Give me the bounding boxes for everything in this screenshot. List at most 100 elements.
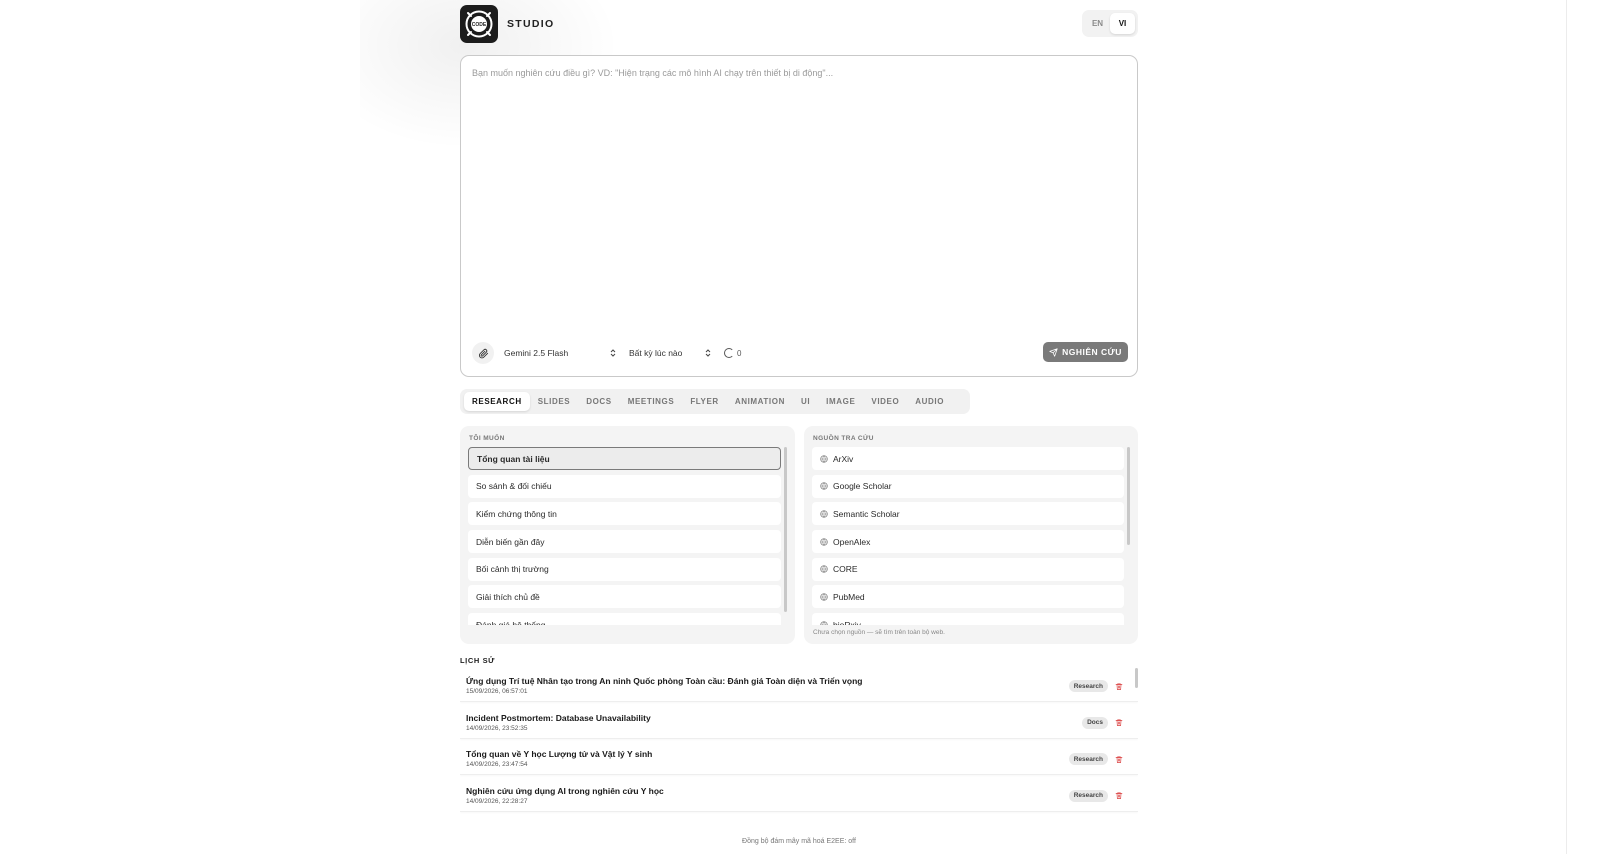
source-item-arxiv[interactable]: ArXiv [812,447,1124,470]
goal-item[interactable]: Bối cảnh thị trường [468,557,781,581]
sources-list: ArXiv Google Scholar Semantic Scholar Op… [812,447,1130,625]
time-range-select[interactable]: Bất kỳ lúc nào [629,342,711,364]
language-switcher: EN VI [1082,10,1138,37]
mode-tabs: RESEARCH SLIDES DOCS MEETINGS FLYER ANIM… [460,389,970,414]
send-icon [1049,347,1058,357]
prompt-toolbar: Gemini 2.5 Flash Bất kỳ lúc nào 0 NGHIÊN… [472,342,1128,364]
tab-image[interactable]: IMAGE [818,392,863,411]
history-scrollbar[interactable] [1135,668,1138,688]
sources-hint: Chưa chọn nguồn — sẽ tìm trên toàn bộ we… [813,629,945,636]
header: CODE STUDIO EN VI [460,5,1138,43]
tab-meetings[interactable]: MEETINGS [620,392,683,411]
status-indicator: 0 [724,348,741,358]
main-container: CODE STUDIO EN VI Gemini 2.5 Flash [460,0,1138,854]
tab-slides[interactable]: SLIDES [530,392,579,411]
attach-button[interactable] [472,342,494,364]
loading-spinner-icon [724,348,734,358]
history-type-badge: Research [1068,753,1108,765]
goal-item[interactable]: Đánh giá hệ thống [468,613,781,625]
source-label: PubMed [833,591,865,602]
svg-text:CODE: CODE [472,22,487,28]
source-item-core[interactable]: CORE [812,557,1124,581]
logo-icon: CODE [465,10,493,38]
sync-status-footer: Đồng bộ đám mây mã hoá E2EE: off [742,838,856,845]
globe-icon [820,454,828,463]
history-title: LỊCH SỬ [460,656,496,665]
history-item[interactable]: Incident Postmortem: Database Unavailabi… [460,704,1138,739]
history-item[interactable]: Tổng quan về Y học Lượng tử và Vật lý Y … [460,741,1138,775]
goal-item[interactable]: Giải thích chủ đề [468,585,781,609]
history-item-title: Incident Postmortem: Database Unavailabi… [466,712,651,723]
source-item-openalex[interactable]: OpenAlex [812,530,1124,554]
lang-en-button[interactable]: EN [1085,13,1110,34]
history-item-title: Tổng quan về Y học Lượng tử và Vật lý Y … [466,749,653,759]
history-item[interactable]: Ứng dụng Trí tuệ Nhân tạo trong An ninh … [460,668,1138,702]
sources-label: NGUỒN TRA CỨU [813,435,874,442]
source-label: Google Scholar [833,481,892,492]
source-label: CORE [833,564,858,575]
history-item[interactable]: Nghiên cứu ứng dụng AI trong nghiên cứu … [460,777,1138,812]
goals-panel: TÔI MUỐN Tổng quan tài liệu So sánh & đố… [460,426,795,644]
trash-icon [1115,756,1123,763]
lang-vi-button[interactable]: VI [1110,13,1135,34]
time-range-value: Bất kỳ lúc nào [629,348,683,358]
goal-item[interactable]: Kiểm chứng thông tin [468,502,781,526]
history-item-date: 15/09/2026, 06:57:01 [466,688,528,695]
trash-icon [1115,792,1123,799]
paperclip-icon [478,348,488,358]
source-label: OpenAlex [833,536,871,547]
select-updown-icon [610,349,616,357]
tab-ui[interactable]: UI [793,392,818,411]
sources-scrollbar[interactable] [1127,447,1130,545]
delete-button[interactable] [1112,789,1126,803]
research-submit-button[interactable]: NGHIÊN CỨU [1043,342,1128,362]
goal-item[interactable]: So sánh & đối chiếu [468,474,781,498]
status-count: 0 [737,348,742,358]
globe-icon [820,482,828,490]
trash-icon [1115,719,1123,726]
page-edge-divider [1566,0,1567,854]
goal-item[interactable]: Tổng quan tài liệu [468,447,781,470]
delete-button[interactable] [1112,752,1126,766]
globe-icon [820,565,828,573]
source-item-pubmed[interactable]: PubMed [812,585,1124,609]
history-type-badge: Docs [1082,716,1108,729]
prompt-box: Gemini 2.5 Flash Bất kỳ lúc nào 0 NGHI [460,55,1138,377]
tab-research[interactable]: RESEARCH [464,392,530,411]
goals-list: Tổng quan tài liệu So sánh & đối chiếu K… [468,447,787,625]
history-item-date: 14/09/2026, 22:28:27 [466,797,528,805]
source-item-google-scholar[interactable]: Google Scholar [812,474,1124,498]
tab-video[interactable]: VIDEO [863,392,907,411]
source-label: ArXiv [833,453,854,464]
history-type-badge: Research [1068,789,1108,802]
history-item-date: 14/09/2026, 23:52:35 [466,724,528,732]
globe-icon [820,537,828,546]
history-type-badge: Research [1068,680,1108,692]
submit-label: NGHIÊN CỨU [1062,347,1122,357]
research-query-input[interactable] [472,68,1122,328]
history-item-title: Nghiên cứu ứng dụng AI trong nghiên cứu … [466,785,664,796]
tab-flyer[interactable]: FLYER [682,392,727,411]
goal-item[interactable]: Diễn biến gần đây [468,530,781,554]
app-logo[interactable]: CODE [460,5,498,43]
trash-icon [1115,683,1123,690]
brand-name: STUDIO [507,18,555,30]
globe-icon [820,620,828,625]
history-list: Ứng dụng Trí tuệ Nhân tạo trong An ninh … [460,668,1138,824]
tab-docs[interactable]: DOCS [578,392,620,411]
source-label: bioRxiv [833,619,861,625]
source-label: Semantic Scholar [833,508,900,519]
globe-icon [820,593,828,601]
source-item-biorxiv[interactable]: bioRxiv [812,613,1124,625]
model-select[interactable]: Gemini 2.5 Flash [504,342,616,364]
delete-button[interactable] [1112,679,1126,693]
source-item-semantic-scholar[interactable]: Semantic Scholar [812,502,1124,526]
delete-button[interactable] [1112,716,1126,730]
history-item-date: 14/09/2026, 23:47:54 [466,761,528,768]
model-select-value: Gemini 2.5 Flash [504,348,569,358]
tab-audio[interactable]: AUDIO [907,392,952,411]
goals-scrollbar[interactable] [784,447,787,612]
history-item-title: Ứng dụng Trí tuệ Nhân tạo trong An ninh … [466,676,863,686]
tab-animation[interactable]: ANIMATION [727,392,793,411]
sources-panel: NGUỒN TRA CỨU ArXiv Google Scholar Seman… [804,426,1138,644]
